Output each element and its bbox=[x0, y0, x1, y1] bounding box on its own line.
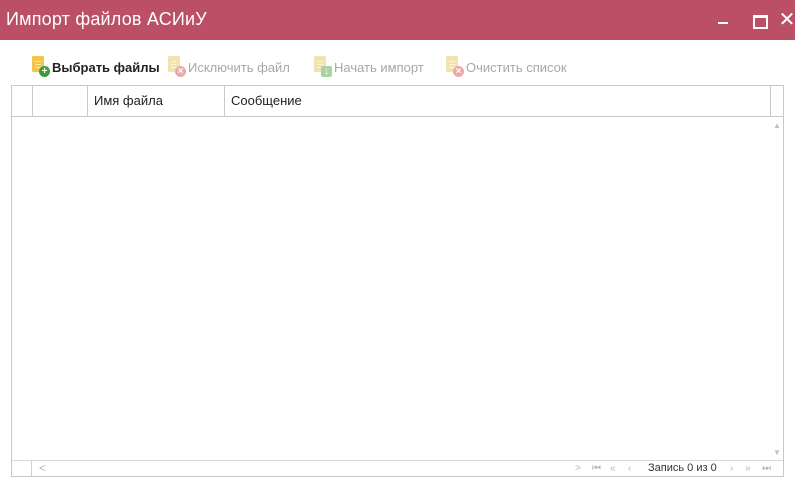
grid-body[interactable] bbox=[12, 117, 783, 460]
pager-left-cell bbox=[12, 461, 32, 476]
toolbar: + Выбрать файлы × Исключить файл ↓ Начат… bbox=[0, 50, 795, 84]
select-files-label: Выбрать файлы bbox=[52, 59, 160, 75]
column-header-select[interactable] bbox=[12, 86, 33, 116]
window-title: Импорт файлов АСИиУ bbox=[6, 9, 207, 29]
record-counter: Запись 0 из 0 bbox=[648, 462, 717, 474]
minimize-button[interactable] bbox=[712, 8, 736, 32]
document-import-icon: ↓ bbox=[312, 56, 332, 78]
first-record-icon[interactable]: ⏮ bbox=[592, 461, 601, 476]
exclude-file-label: Исключить файл bbox=[188, 59, 290, 75]
pager: < > ⏮ « ‹ Запись 0 из 0 › » ⏭ bbox=[12, 460, 783, 476]
last-record-icon[interactable]: ⏭ bbox=[762, 461, 771, 476]
column-header-file-name[interactable]: Имя файла bbox=[88, 86, 225, 116]
clear-list-label: Очистить список bbox=[466, 59, 567, 75]
select-files-button[interactable]: + Выбрать файлы bbox=[30, 54, 160, 80]
clear-list-button[interactable]: × Очистить список bbox=[444, 54, 567, 80]
scroll-up-icon[interactable]: ▲ bbox=[773, 122, 781, 130]
document-clear-icon: × bbox=[444, 56, 464, 78]
start-import-button[interactable]: ↓ Начать импорт bbox=[312, 54, 424, 80]
files-grid: Имя файла Сообщение ▲ ▼ < > ⏮ « ‹ Запись… bbox=[11, 85, 784, 477]
column-header-number[interactable] bbox=[33, 86, 88, 116]
scroll-down-icon[interactable]: ▼ bbox=[773, 449, 781, 457]
vertical-scrollbar[interactable]: ▲ ▼ bbox=[770, 117, 783, 460]
next-page-icon[interactable]: » bbox=[745, 461, 751, 476]
prev-record-icon[interactable]: ‹ bbox=[628, 461, 631, 476]
exclude-file-button[interactable]: × Исключить файл bbox=[166, 54, 290, 80]
maximize-button[interactable] bbox=[748, 8, 772, 32]
title-bar[interactable]: Импорт файлов АСИиУ ✕ bbox=[0, 0, 795, 40]
start-import-label: Начать импорт bbox=[334, 59, 424, 75]
scroll-right-icon[interactable]: > bbox=[575, 461, 581, 476]
next-record-icon[interactable]: › bbox=[730, 461, 733, 476]
document-remove-icon: × bbox=[166, 56, 186, 78]
import-window: Импорт файлов АСИиУ ✕ + Выбрать файлы × … bbox=[0, 0, 795, 479]
grid-header: Имя файла Сообщение bbox=[12, 86, 783, 117]
prev-page-icon[interactable]: « bbox=[610, 461, 616, 476]
column-header-message[interactable]: Сообщение bbox=[225, 86, 771, 116]
close-button[interactable]: ✕ bbox=[778, 8, 795, 32]
scroll-left-icon[interactable]: < bbox=[39, 461, 46, 476]
column-header-filler bbox=[770, 86, 783, 116]
document-add-icon: + bbox=[30, 56, 50, 78]
